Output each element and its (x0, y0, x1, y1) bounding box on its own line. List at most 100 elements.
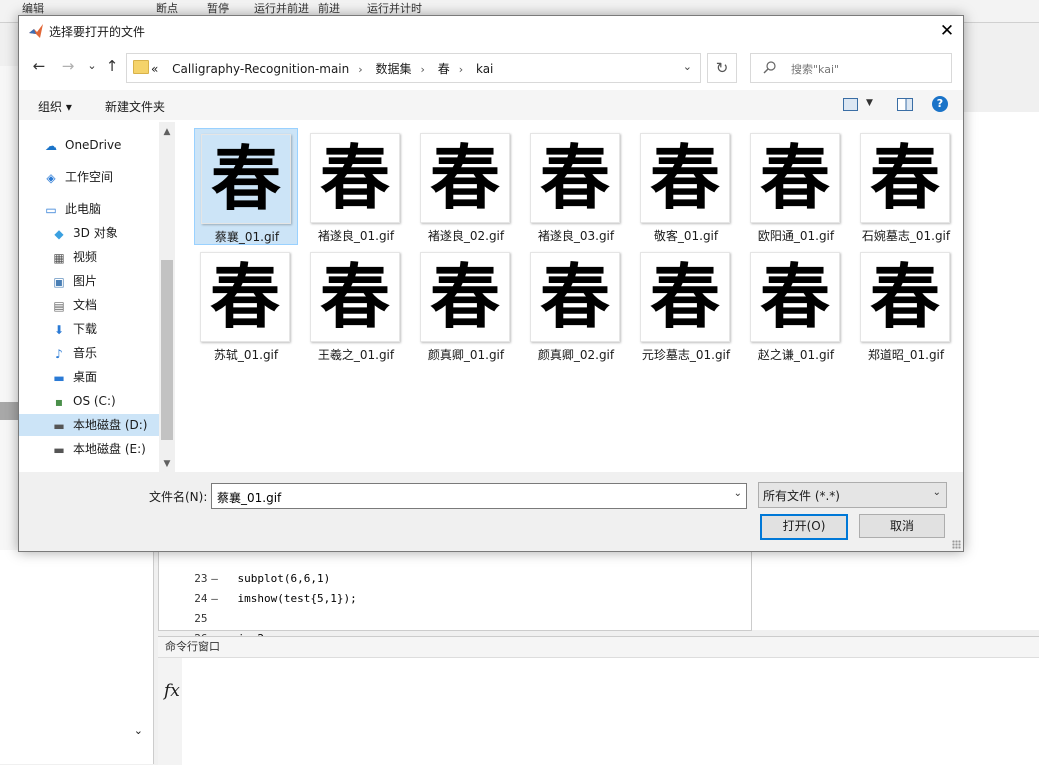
drive-c-icon: ▪ (54, 394, 64, 409)
scroll-thumb[interactable] (161, 260, 173, 440)
chevron-down-icon[interactable]: ⌄ (134, 724, 143, 737)
search-box[interactable] (750, 53, 952, 83)
file-item[interactable]: 春王羲之_01.gif (304, 247, 408, 364)
chevron-right-icon[interactable]: › (420, 63, 424, 76)
nav-item[interactable]: ▣ 图片 (19, 270, 159, 292)
chevron-down-icon[interactable]: ⌄ (734, 488, 742, 499)
forward-arrow-icon[interactable]: → (57, 55, 79, 77)
toolstrip-label[interactable]: 断点 (156, 0, 178, 16)
chevron-down-icon[interactable]: ▼ (866, 98, 873, 108)
nav-item[interactable]: ♪ 音乐 (19, 342, 159, 364)
scroll-down-icon[interactable]: ▼ (159, 456, 175, 472)
nav-item[interactable]: ▤ 文档 (19, 294, 159, 316)
file-name: 敬客_01.gif (653, 229, 719, 243)
file-item[interactable]: 春褚遂良_01.gif (304, 128, 408, 245)
nav-item[interactable]: ▪ OS (C:) (19, 390, 159, 412)
filetype-select[interactable]: 所有文件 (*.*) ⌄ (758, 482, 947, 508)
up-arrow-icon[interactable]: ↑ (101, 55, 123, 77)
breadcrumb-item[interactable]: Calligraphy-Recognition-main (172, 62, 349, 76)
pictures-icon: ▣ (53, 274, 65, 289)
file-item[interactable]: 春褚遂良_03.gif (524, 128, 628, 245)
search-input[interactable] (789, 59, 943, 79)
cancel-button[interactable]: 取消 (859, 514, 945, 538)
nav-item-label: 文档 (73, 298, 98, 312)
file-item[interactable]: 春敬客_01.gif (634, 128, 738, 245)
file-item[interactable]: 春元珍墓志_01.gif (634, 247, 738, 364)
file-thumbnail: 春 (420, 252, 510, 342)
file-thumbnail: 春 (750, 252, 840, 342)
resize-grip-icon[interactable] (952, 540, 961, 549)
nav-item-label: 3D 对象 (73, 226, 118, 240)
file-item[interactable]: 春石婉墓志_01.gif (854, 128, 958, 245)
toolstrip-label[interactable]: 运行并前进 (254, 0, 309, 16)
calligraphy-glyph: 春 (870, 136, 940, 219)
fx-icon[interactable]: fx (164, 681, 180, 701)
view-options-icon[interactable] (843, 98, 858, 111)
file-item[interactable]: 春苏轼_01.gif (194, 247, 298, 364)
chevron-down-icon[interactable]: ⌄ (683, 60, 692, 73)
file-item[interactable]: 春郑道昭_01.gif (854, 247, 958, 364)
nav-item[interactable]: ▦ 视频 (19, 246, 159, 268)
scroll-up-icon[interactable]: ▲ (159, 124, 175, 140)
help-icon[interactable]: ? (932, 96, 948, 112)
nav-item-label: 音乐 (73, 346, 98, 360)
toolstrip-label[interactable]: 运行并计时 (367, 0, 422, 16)
breadcrumb-item[interactable]: 数据集 (375, 62, 411, 76)
chevron-right-icon[interactable]: › (358, 63, 362, 76)
breadcrumb-item[interactable]: 春 (438, 62, 450, 76)
file-name: 褚遂良_02.gif (427, 229, 505, 243)
calligraphy-glyph: 春 (430, 136, 500, 219)
file-item[interactable]: 春颜真卿_02.gif (524, 247, 628, 364)
nav-item-label: 工作空间 (65, 170, 114, 184)
organize-button[interactable]: 组织 ▾ (38, 98, 72, 115)
file-item[interactable]: 春褚遂良_02.gif (414, 128, 518, 245)
file-name: 颜真卿_02.gif (537, 348, 615, 362)
back-arrow-icon[interactable]: ← (28, 55, 50, 77)
toolstrip-label[interactable]: 前进 (318, 0, 340, 16)
command-window[interactable]: 命令行窗口 fx (158, 636, 1039, 765)
nav-item[interactable]: ▬ 本地磁盘 (E:) (19, 438, 159, 460)
refresh-icon[interactable]: ↻ (707, 53, 737, 83)
file-item[interactable]: 春欧阳通_01.gif (744, 128, 848, 245)
new-folder-button[interactable]: 新建文件夹 (105, 98, 165, 115)
calligraphy-glyph: 春 (760, 255, 830, 338)
nav-scrollbar[interactable]: ▲ ▼ (159, 122, 175, 472)
file-name: 元珍墓志_01.gif (641, 348, 731, 362)
nav-item[interactable]: ▭ 此电脑 (19, 198, 159, 220)
nav-item-label: 本地磁盘 (E:) (73, 442, 146, 456)
chevron-right-icon[interactable]: › (459, 63, 463, 76)
file-thumbnail: 春 (310, 133, 400, 223)
recent-locations-icon[interactable]: ⌄ (81, 55, 103, 77)
folder-icon (133, 60, 149, 74)
open-button[interactable]: 打开(O) (760, 514, 848, 540)
calligraphy-glyph: 春 (650, 255, 720, 338)
filename-combobox[interactable]: ⌄ (211, 483, 747, 509)
file-item[interactable]: 春蔡襄_01.gif (194, 128, 298, 245)
nav-item[interactable]: ☁ OneDrive (19, 134, 159, 156)
breadcrumb-overflow[interactable]: « (151, 62, 158, 76)
file-name: 蔡襄_01.gif (214, 230, 280, 244)
file-list: 春蔡襄_01.gif 春褚遂良_01.gif 春褚遂良_02.gif 春褚遂良_03.… (175, 122, 962, 472)
nav-item[interactable]: ▬ 本地磁盘 (D:) (19, 414, 159, 436)
nav-item[interactable]: ▬ 桌面 (19, 366, 159, 388)
calligraphy-glyph: 春 (430, 255, 500, 338)
code-line: 26–j =2; (159, 615, 270, 645)
file-thumbnail: 春 (640, 133, 730, 223)
chevron-down-icon[interactable]: ⌄ (933, 487, 941, 498)
toolstrip-label[interactable]: 暂停 (207, 0, 229, 16)
filename-label: 文件名(N): (149, 490, 208, 504)
close-icon[interactable]: ✕ (931, 16, 963, 47)
toolstrip-label[interactable]: 编辑 (22, 0, 44, 16)
file-item[interactable]: 春赵之谦_01.gif (744, 247, 848, 364)
file-item[interactable]: 春颜真卿_01.gif (414, 247, 518, 364)
nav-item[interactable]: ◆ 3D 对象 (19, 222, 159, 244)
nav-item[interactable]: ◈ 工作空间 (19, 166, 159, 188)
address-bar[interactable]: « Calligraphy-Recognition-main › 数据集 › 春 › … (126, 53, 701, 83)
nav-item[interactable]: ⬇ 下载 (19, 318, 159, 340)
calligraphy-glyph: 春 (320, 255, 390, 338)
breadcrumb-item[interactable]: kai (476, 62, 493, 76)
download-icon: ⬇ (53, 322, 65, 337)
breadcrumb: « Calligraphy-Recognition-main › 数据集 › 春 › … (151, 60, 493, 77)
preview-pane-icon[interactable] (897, 98, 913, 111)
filename-input[interactable] (215, 487, 719, 507)
